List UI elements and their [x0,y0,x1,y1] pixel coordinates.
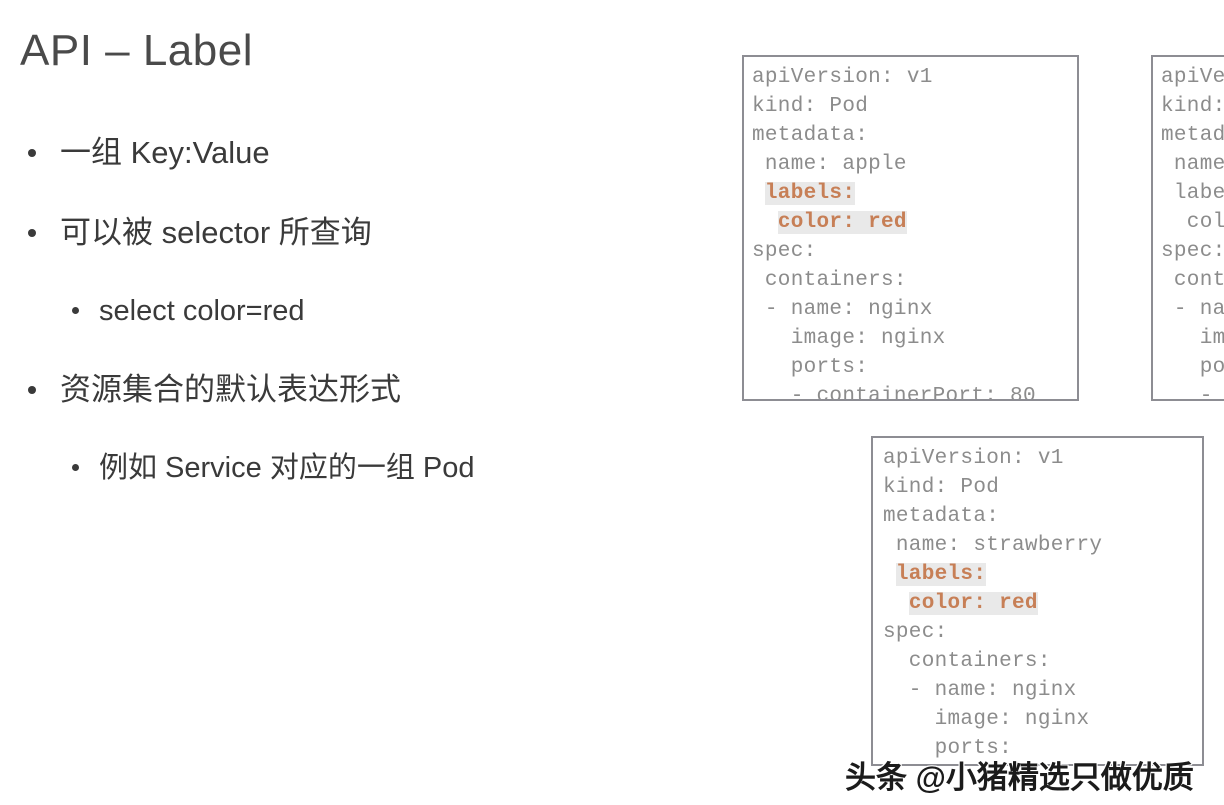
bullet-dot-icon [28,149,36,157]
code-highlight: color: red [908,592,1038,615]
code-highlight: labels: [764,182,856,205]
bullet-item: 例如 Service 对应的一组 Pod [0,449,700,488]
code-line: metadata: [1161,124,1224,147]
code-line: spec: [752,240,817,263]
code-line: labels: [752,179,1077,208]
code-line: metadata: [883,505,1000,528]
code-line: kind: Pod [752,95,869,118]
code-line: image: nginx [752,327,946,350]
code-line: ports: [1199,356,1224,379]
code-line: - containerPort: 80 [1199,385,1213,401]
code-line: - containerPort: 80 [752,385,1036,401]
code-line: spec: [1161,240,1224,263]
bullet-dot-icon [72,306,79,314]
code-line: - name: nginx [1173,298,1224,321]
code-block-pod-second-clipped: apiVersion: v1 kind: Pod metadata: name: b… [1151,55,1224,401]
code-line: ports: [752,356,869,379]
bullet-item: 一组 Key:Value [0,132,700,174]
code-line: - name: nginx [883,679,1077,702]
code-line: name: banana [1173,153,1224,176]
bullet-dot-icon [28,228,36,237]
code-line: labels: [1173,182,1224,205]
bullet-item-label: 可以被 selector 所查询 [60,214,372,250]
code-line: spec: [883,621,948,644]
bullet-dot-icon [28,385,36,394]
code-line: color: red [752,208,1077,237]
bullet-item: 资源集合的默认表达形式 [0,369,700,411]
bullet-dot-icon [72,463,79,471]
code-line: image: nginx [1199,327,1224,350]
code-line: - name: nginx [752,298,933,321]
code-line: kind: Pod [883,476,1000,499]
page-title: API – Label [20,26,253,75]
code-line: apiVersion: v1 [883,447,1064,470]
code-line: kind: Pod [1161,95,1224,118]
bullet-item: select color=red [0,292,700,331]
code-block-pod-strawberry: apiVersion: v1 kind: Pod metadata: name: s… [871,436,1204,766]
code-highlight: labels: [895,563,987,586]
code-line: containers: [1173,269,1224,292]
bullet-list: 一组 Key:Value 可以被 selector 所查询 select color… [0,132,700,526]
code-line: name: strawberry [883,534,1103,557]
code-line: containers: [883,650,1051,673]
bullet-item: 可以被 selector 所查询 [0,212,700,254]
code-line: apiVersion: v1 [1161,66,1224,89]
bullet-item-label: select color=red [99,294,305,327]
bullet-item-label: 一组 Key:Value [60,135,270,170]
code-line: name: apple [752,153,907,176]
bullet-item-label: 资源集合的默认表达形式 [60,371,401,407]
code-line: containers: [752,269,907,292]
code-block-pod-apple: apiVersion: v1 kind: Pod metadata: name: a… [742,55,1079,401]
bullet-item-label: 例如 Service 对应的一组 Pod [99,451,475,484]
code-line: image: nginx [883,708,1090,731]
watermark-text: 头条 @小猪精选只做优质 [845,760,1194,795]
code-line: metadata: [752,124,869,147]
code-line: color: red [883,589,1202,618]
code-line: labels: [883,560,1202,589]
code-highlight: color: red [777,211,907,234]
code-line: apiVersion: v1 [752,66,933,89]
code-line: color: yellow [1186,211,1224,234]
